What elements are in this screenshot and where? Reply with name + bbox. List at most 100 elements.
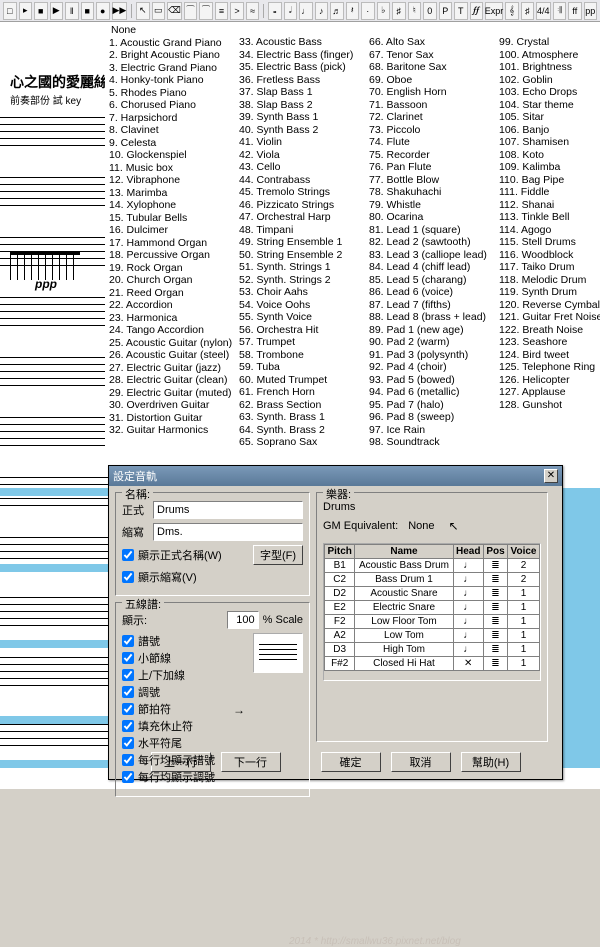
instrument-item[interactable]: 81. Lead 1 (square) <box>369 224 497 237</box>
instrument-item[interactable]: 90. Pad 2 (warm) <box>369 336 497 349</box>
instrument-item[interactable]: 47. Orchestral Harp <box>239 211 367 224</box>
instrument-item[interactable]: 118. Melodic Drum <box>499 274 597 287</box>
instrument-item[interactable]: 46. Pizzicato Strings <box>239 199 367 212</box>
head-cell[interactable]: ♩ <box>453 559 483 573</box>
font-button[interactable]: 字型(F) <box>253 545 303 565</box>
pitch-row[interactable]: F#2Closed Hi Hat✕≣1 <box>325 657 540 671</box>
repeat-button[interactable]: 𝄇 <box>553 2 567 20</box>
pitch-cell[interactable]: E2 <box>325 601 355 615</box>
pitch-table-scroll[interactable]: PitchNameHeadPosVoice B1Acoustic Bass Dr… <box>323 543 541 681</box>
instrument-item[interactable]: 114. Agogo <box>499 224 597 237</box>
instrument-item[interactable]: 66. Alto Sax <box>369 36 497 49</box>
instrument-item[interactable]: 103. Echo Drops <box>499 86 597 99</box>
instrument-item[interactable]: 60. Muted Trumpet <box>239 374 367 387</box>
pitch-row[interactable]: B1Acoustic Bass Drum♩≣2 <box>325 559 540 573</box>
instrument-item[interactable]: 82. Lead 2 (sawtooth) <box>369 236 497 249</box>
instrument-item[interactable]: 30. Overdriven Guitar <box>109 399 237 412</box>
staff-opt-checkbox[interactable] <box>122 635 134 647</box>
instrument-item[interactable]: 120. Reverse Cymbal <box>499 299 597 312</box>
instrument-item[interactable]: 119. Synth Drum <box>499 286 597 299</box>
instrument-item[interactable]: 88. Lead 8 (brass + lead) <box>369 311 497 324</box>
erase-button[interactable]: ⌫ <box>167 2 182 20</box>
pitch-cell[interactable]: D3 <box>325 643 355 657</box>
pitch-row[interactable]: A2Low Tom♩≣1 <box>325 629 540 643</box>
instrument-item[interactable]: 73. Piccolo <box>369 124 497 137</box>
beam-button[interactable]: ≡ <box>215 2 229 20</box>
instrument-item[interactable]: 68. Baritone Sax <box>369 61 497 74</box>
flat-button[interactable]: ♭ <box>377 2 391 20</box>
instrument-item[interactable]: 35. Electric Bass (pick) <box>239 61 367 74</box>
instrument-item[interactable]: 13. Marimba <box>109 187 237 200</box>
ff-button[interactable]: ff <box>568 2 582 20</box>
instrument-item[interactable]: 127. Applause <box>499 386 597 399</box>
instrument-item[interactable]: 2. Bright Acoustic Piano <box>109 49 237 62</box>
instrument-item[interactable]: 87. Lead 7 (fifths) <box>369 299 497 312</box>
head-cell[interactable]: ♩ <box>453 587 483 601</box>
instrument-item[interactable]: 28. Electric Guitar (clean) <box>109 374 237 387</box>
pitch-col-header[interactable]: Name <box>355 545 453 559</box>
name-cell[interactable]: Low Floor Tom <box>355 615 453 629</box>
voice-cell[interactable]: 1 <box>508 643 540 657</box>
instrument-item[interactable]: 94. Pad 6 (metallic) <box>369 386 497 399</box>
ok-button[interactable]: 確定 <box>321 752 381 772</box>
note16-button[interactable]: ♬ <box>330 2 344 20</box>
head-cell[interactable]: ♩ <box>453 615 483 629</box>
instrument-item[interactable]: 24. Tango Accordion <box>109 324 237 337</box>
name-cell[interactable]: Electric Snare <box>355 601 453 615</box>
instrument-item[interactable]: 80. Ocarina <box>369 211 497 224</box>
note2-button[interactable]: 𝅗𝅥 <box>284 2 298 20</box>
name-cell[interactable]: Acoustic Snare <box>355 587 453 601</box>
instrument-item[interactable]: 26. Acoustic Guitar (steel) <box>109 349 237 362</box>
instrument-item[interactable]: 84. Lead 4 (chiff lead) <box>369 261 497 274</box>
instrument-item[interactable]: 8. Clavinet <box>109 124 237 137</box>
instrument-item[interactable]: 57. Trumpet <box>239 336 367 349</box>
name-cell[interactable]: Low Tom <box>355 629 453 643</box>
arrow-button[interactable]: ↖ <box>136 2 150 20</box>
instrument-item[interactable]: 48. Timpani <box>239 224 367 237</box>
instrument-item[interactable]: 44. Contrabass <box>239 174 367 187</box>
voice-cell[interactable]: 1 <box>508 587 540 601</box>
instrument-none[interactable]: None <box>109 24 237 37</box>
instrument-item[interactable]: 39. Synth Bass 1 <box>239 111 367 124</box>
pitch-cell[interactable]: D2 <box>325 587 355 601</box>
instrument-item[interactable]: 14. Xylophone <box>109 199 237 212</box>
scale-input[interactable] <box>227 611 259 629</box>
instrument-item[interactable]: 111. Fiddle <box>499 186 597 199</box>
accent-button[interactable]: > <box>230 2 244 20</box>
rit-button[interactable]: 𝆑𝆑 <box>470 2 484 20</box>
clef-button[interactable]: 𝄞 <box>505 2 519 20</box>
instrument-item[interactable]: 91. Pad 3 (polysynth) <box>369 349 497 362</box>
instrument-item[interactable]: 58. Trombone <box>239 349 367 362</box>
instrument-item[interactable]: 86. Lead 6 (voice) <box>369 286 497 299</box>
0-button[interactable]: 0 <box>423 2 437 20</box>
instrument-item[interactable]: 123. Seashore <box>499 336 597 349</box>
pitch-row[interactable]: C2Bass Drum 1♩≣2 <box>325 573 540 587</box>
instrument-item[interactable]: 85. Lead 5 (charang) <box>369 274 497 287</box>
instrument-item[interactable]: 31. Distortion Guitar <box>109 412 237 425</box>
instrument-item[interactable]: 65. Soprano Sax <box>239 436 367 449</box>
instrument-item[interactable]: 59. Tuba <box>239 361 367 374</box>
head-cell[interactable]: ♩ <box>453 629 483 643</box>
staff-opt-checkbox[interactable] <box>122 720 134 732</box>
instrument-item[interactable]: 52. Synth. Strings 2 <box>239 274 367 287</box>
instrument-item[interactable]: 96. Pad 8 (sweep) <box>369 411 497 424</box>
instrument-item[interactable]: 128. Gunshot <box>499 399 597 412</box>
tie-button[interactable]: ⁀ <box>184 2 198 20</box>
slur-button[interactable]: ⁀ <box>199 2 213 20</box>
instrument-item[interactable]: 55. Synth Voice <box>239 311 367 324</box>
instrument-item[interactable]: 75. Recorder <box>369 149 497 162</box>
instrument-item[interactable]: 115. Stell Drums <box>499 236 597 249</box>
instrument-item[interactable]: 4. Honky-tonk Piano <box>109 74 237 87</box>
instrument-item[interactable]: 116. Woodblock <box>499 249 597 262</box>
instrument-item[interactable]: 45. Tremolo Strings <box>239 186 367 199</box>
stop-button[interactable]: ■ <box>81 2 95 20</box>
instrument-item[interactable]: 20. Church Organ <box>109 274 237 287</box>
instrument-item[interactable]: 67. Tenor Sax <box>369 49 497 62</box>
rec-button[interactable]: ● <box>96 2 110 20</box>
voice-cell[interactable]: 1 <box>508 615 540 629</box>
instrument-item[interactable]: 105. Sitar <box>499 111 597 124</box>
pitch-cell[interactable]: A2 <box>325 629 355 643</box>
pitch-cell[interactable]: C2 <box>325 573 355 587</box>
instrument-item[interactable]: 19. Rock Organ <box>109 262 237 275</box>
voice-cell[interactable]: 1 <box>508 601 540 615</box>
